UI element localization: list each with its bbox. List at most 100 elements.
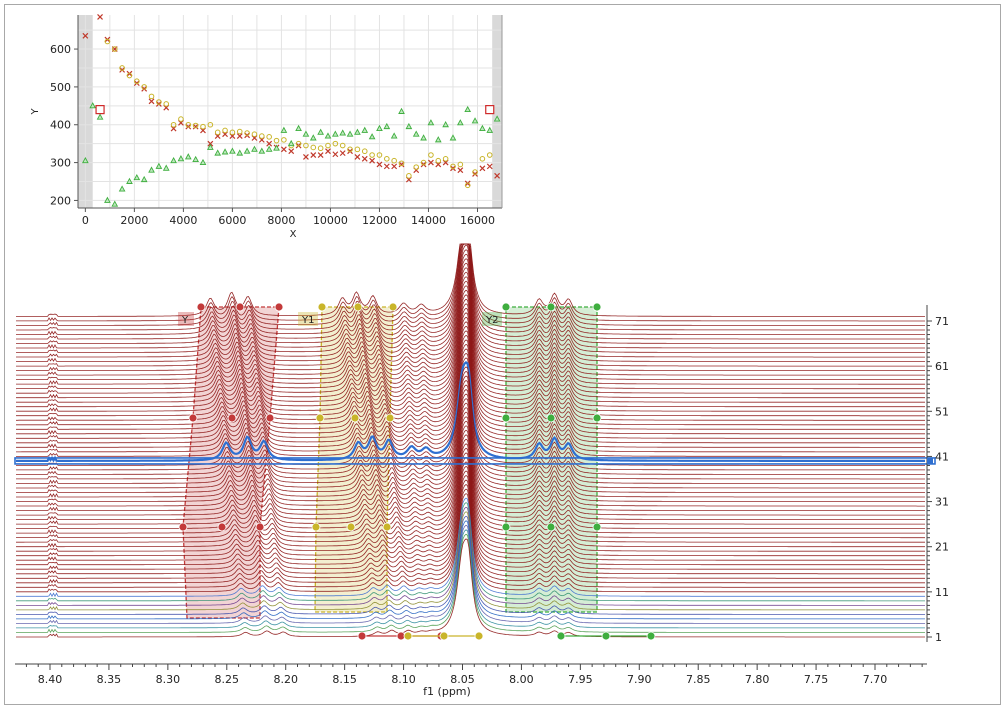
inset-point-triangle (111, 200, 119, 207)
inset-point-triangle (420, 134, 427, 141)
inset-point-cross (280, 146, 287, 153)
inset-region-marker (95, 105, 105, 115)
region-handle (403, 631, 413, 641)
inset-point-triangle (317, 128, 324, 135)
inset-point-circle (369, 152, 375, 158)
inset-point-circle (273, 137, 280, 144)
inset-point-circle (413, 164, 420, 170)
inset-point-triangle (177, 155, 185, 162)
region-handle (546, 413, 556, 423)
inset-point-circle (148, 93, 155, 100)
stacked-spectra-plot: Y Y1 Y2 7161514131211118.40 8.35 8.30 8.25 8.20… (14, 243, 949, 698)
inset-point-triangle (214, 149, 222, 156)
bottom-x-tick-label: 7.85 (686, 673, 711, 686)
region-handle (439, 631, 449, 641)
region-handle (274, 302, 284, 312)
inset-point-triangle (118, 185, 126, 192)
bottom-x-tick-label: 8.35 (97, 673, 122, 686)
region-handle (265, 413, 275, 423)
region-handle (235, 302, 245, 312)
inset-x-tick-label: 2000 (120, 214, 148, 227)
inset-y-axis-label: Y (30, 108, 41, 116)
region-handle (311, 522, 321, 532)
region-handle (346, 522, 356, 532)
inset-y-tick-label: 200 (50, 194, 71, 207)
inset-point-cross (288, 148, 295, 155)
inset-y-tick-label: 500 (50, 81, 71, 94)
inset-point-triangle (295, 124, 302, 131)
inset-point-cross (332, 151, 339, 158)
region-handle (178, 522, 188, 532)
inset-point-triangle (464, 105, 472, 113)
region-handle (353, 302, 363, 312)
inset-x-tick-label: 4000 (169, 214, 197, 227)
region-label-text: Y1 (301, 315, 314, 326)
inset-point-triangle (155, 162, 163, 169)
chart-canvas: 2003004005006000 2000 4000 6000 8000 10000 120… (14, 13, 949, 698)
inset-point-triangle (361, 126, 369, 133)
region-handle (357, 631, 367, 641)
region-handle (317, 302, 327, 312)
inset-point-triangle (390, 132, 398, 139)
inset-x-tick-label: 8000 (267, 214, 295, 227)
inset-point-triangle (133, 173, 141, 181)
region-label: Y1 (298, 312, 318, 326)
inset-point-triangle (221, 148, 229, 155)
bottom-x-tick-label: 7.70 (863, 673, 888, 686)
inset-point-cross (354, 153, 361, 160)
inset-point-triangle (229, 147, 236, 154)
bottom-x-tick-label: 8.25 (215, 673, 240, 686)
inset-point-circle (310, 144, 317, 151)
region-handle (350, 413, 360, 423)
right-y-tick-label: 71 (935, 315, 949, 328)
region-handle (385, 413, 395, 423)
region-handle (556, 631, 566, 641)
inset-point-circle (236, 128, 243, 135)
right-y-tick-label: 21 (935, 541, 949, 554)
region-handle (382, 522, 392, 532)
region-handle (217, 522, 227, 532)
inset-point-triangle (251, 145, 258, 152)
inset-x-axis-label: X (290, 229, 297, 240)
inset-point-cross (391, 163, 398, 170)
bottom-x-tick-label: 7.75 (804, 673, 829, 686)
bottom-x-tick-label: 8.40 (38, 673, 63, 686)
inset-point-triangle (398, 107, 405, 114)
region-handle (501, 413, 511, 423)
inset-point-triangle (280, 126, 288, 133)
inset-scatter-plot: 2003004005006000 2000 4000 6000 8000 10000 120… (30, 13, 503, 240)
bottom-x-tick-label: 7.90 (627, 673, 652, 686)
inset-point-circle (317, 145, 324, 152)
region-handle (646, 631, 656, 641)
bottom-x-tick-label: 8.30 (156, 673, 181, 686)
inset-point-triangle (140, 175, 148, 183)
inset-point-triangle (309, 134, 317, 141)
right-y-tick-label: 51 (935, 405, 949, 418)
inset-point-cross (361, 155, 368, 162)
bottom-x-tick-label: 8.20 (273, 673, 298, 686)
inset-x-tick-label: 12000 (362, 214, 397, 227)
inset-point-triangle (456, 119, 464, 126)
inset-point-triangle (192, 155, 199, 163)
inset-point-triangle (376, 124, 383, 131)
inset-point-circle (406, 173, 412, 179)
inset-y-tick-label: 400 (50, 119, 71, 132)
inset-point-cross (457, 167, 464, 174)
inset-point-triangle (184, 153, 192, 160)
inset-point-circle (384, 156, 390, 162)
region-handle (388, 302, 398, 312)
region-label-text: Y2 (485, 315, 498, 326)
bottom-x-tick-label: 8.15 (332, 673, 357, 686)
inset-point-circle (222, 127, 228, 134)
inset-point-circle (281, 137, 287, 143)
inset-point-circle (259, 133, 265, 139)
right-y-tick-label: 41 (935, 450, 949, 463)
inset-point-triangle (162, 164, 170, 171)
region-handle (227, 413, 237, 423)
inset-point-triangle (243, 147, 251, 154)
inset-point-triangle (354, 128, 361, 135)
region-handle (474, 631, 484, 641)
region-handle (501, 522, 511, 532)
inset-point-circle (178, 116, 184, 122)
region-label: Y (178, 312, 194, 326)
